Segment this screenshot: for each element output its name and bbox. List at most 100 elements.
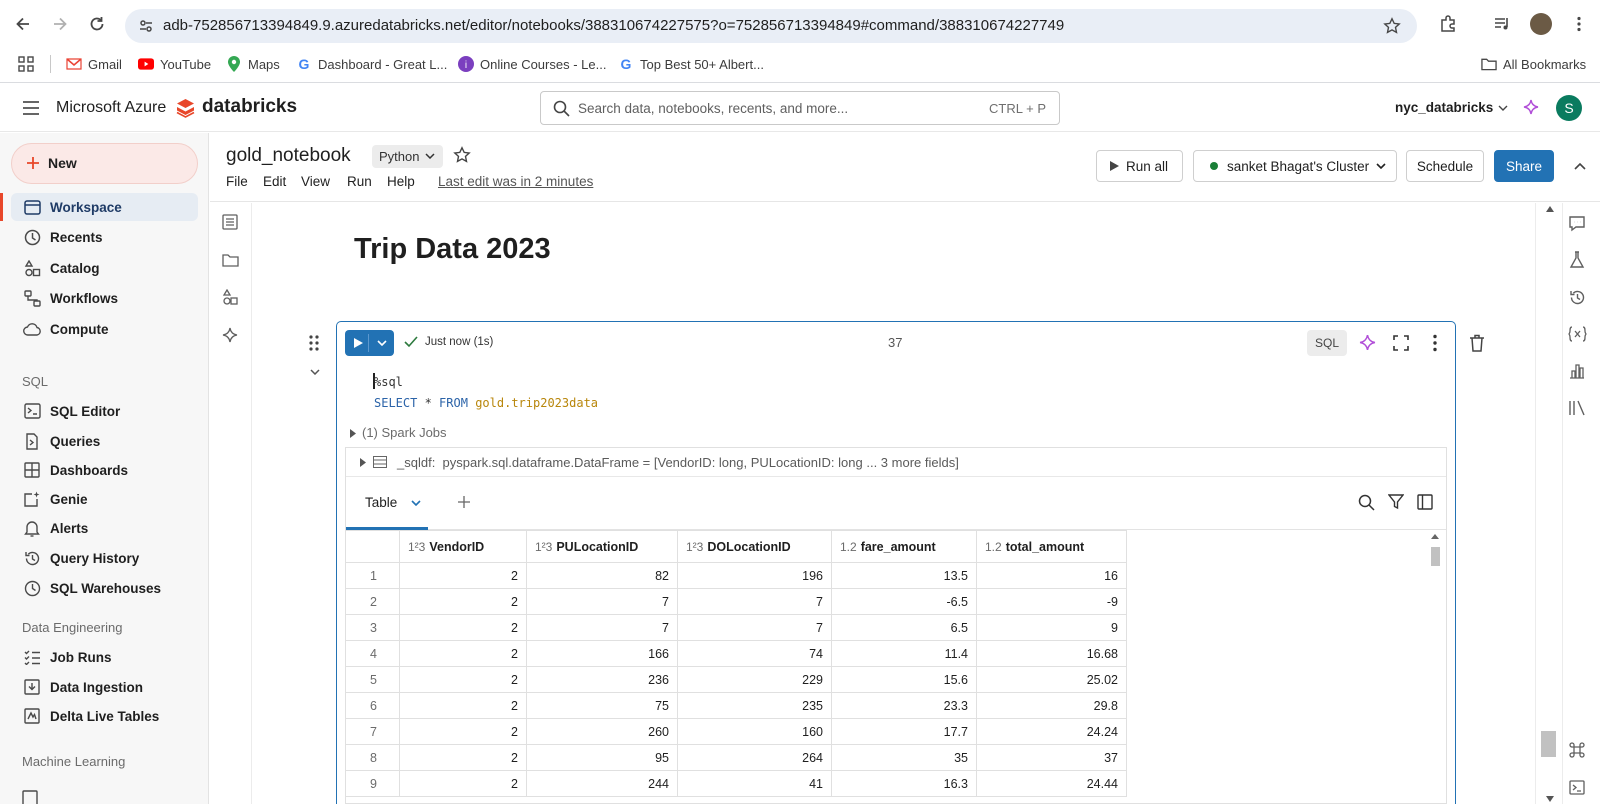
table-row[interactable]: 8 2 95 264 35 37 xyxy=(345,744,1127,771)
terminal-icon[interactable] xyxy=(1567,777,1587,797)
table-cell[interactable]: 15.6 xyxy=(831,666,977,693)
table-cell[interactable]: 16.3 xyxy=(831,770,977,797)
table-cell[interactable]: 75 xyxy=(526,692,678,719)
table-cell[interactable]: 166 xyxy=(526,640,678,667)
table-cell[interactable]: 2 xyxy=(399,692,527,719)
spark-jobs-toggle[interactable]: (1) Spark Jobs xyxy=(362,425,447,440)
extensions-icon[interactable] xyxy=(1437,13,1459,35)
playground-icon[interactable] xyxy=(22,783,38,804)
collapse-header-icon[interactable] xyxy=(1574,162,1586,170)
version-history-icon[interactable] xyxy=(1567,287,1587,307)
databricks-logo-icon[interactable] xyxy=(176,98,195,118)
table-cell[interactable]: 196 xyxy=(677,562,832,589)
favorite-star-icon[interactable] xyxy=(453,146,471,164)
search-icon[interactable] xyxy=(1358,494,1375,511)
last-edit-link[interactable]: Last edit was in 2 minutes xyxy=(438,174,593,189)
table-cell[interactable]: 82 xyxy=(526,562,678,589)
table-row[interactable]: 4 2 166 74 11.4 16.68 xyxy=(345,640,1127,667)
table-cell[interactable]: 2 xyxy=(399,718,527,745)
caret-right-icon[interactable] xyxy=(360,458,366,467)
table-cell[interactable]: 260 xyxy=(526,718,678,745)
table-row[interactable]: 7 2 260 160 17.7 24.24 xyxy=(345,718,1127,745)
table-cell[interactable]: 24.24 xyxy=(976,718,1127,745)
assistant-sparkle-icon[interactable] xyxy=(220,325,240,345)
table-cell[interactable]: 2 xyxy=(399,614,527,641)
sidebar-item-genie[interactable]: Genie xyxy=(11,485,198,513)
bookmark-star-icon[interactable] xyxy=(1383,17,1401,35)
table-cell[interactable]: 16 xyxy=(976,562,1127,589)
catalog-icon[interactable] xyxy=(220,287,240,307)
table-cell[interactable]: 2 xyxy=(399,562,527,589)
sidebar-item-dashboards[interactable]: Dashboards xyxy=(11,456,198,484)
bookmark-dashboard[interactable]: G Dashboard - Great L... xyxy=(296,55,448,73)
table-cell[interactable]: 95 xyxy=(526,744,678,771)
table-cell[interactable]: 6.5 xyxy=(831,614,977,641)
sidebar-item-data-ingestion[interactable]: Data Ingestion xyxy=(11,673,198,701)
delete-cell-icon[interactable] xyxy=(1469,334,1485,352)
table-cell[interactable]: 2 xyxy=(399,770,527,797)
all-bookmarks[interactable]: All Bookmarks xyxy=(1481,55,1586,73)
sidebar-item-queries[interactable]: Queries xyxy=(11,427,198,455)
code-line-1[interactable]: %sql xyxy=(374,375,403,389)
table-cell[interactable]: 74 xyxy=(677,640,832,667)
workspace-switcher[interactable]: nyc_databricks xyxy=(1395,100,1508,115)
fullscreen-icon[interactable] xyxy=(1393,335,1409,351)
sidebar-item-sql-warehouses[interactable]: SQL Warehouses xyxy=(11,574,198,602)
sidebar-item-query-history[interactable]: Query History xyxy=(11,544,198,572)
table-cell[interactable]: 13.5 xyxy=(831,562,977,589)
bookmark-albert[interactable]: G Top Best 50+ Albert... xyxy=(618,55,764,73)
table-cell[interactable]: 37 xyxy=(976,744,1127,771)
reload-icon[interactable] xyxy=(86,13,108,35)
drag-handle-icon[interactable] xyxy=(309,335,319,351)
sidebar-item-delta-live-tables[interactable]: Delta Live Tables xyxy=(11,702,198,730)
table-cell[interactable]: 235 xyxy=(677,692,832,719)
table-cell[interactable]: 24.44 xyxy=(976,770,1127,797)
column-header[interactable]: 1²3 VendorID xyxy=(399,530,527,563)
column-header[interactable]: 1²3 PULocationID xyxy=(526,530,678,563)
sidebar-item-compute[interactable]: Compute xyxy=(11,315,198,343)
code-line-2[interactable]: SELECT * FROM gold.trip2023data xyxy=(374,396,598,410)
cell-more-icon[interactable] xyxy=(1432,334,1438,352)
bookmark-online-courses[interactable]: i Online Courses - Le... xyxy=(458,55,606,73)
comments-icon[interactable] xyxy=(1567,213,1587,233)
table-cell[interactable]: 229 xyxy=(677,666,832,693)
sidebar-item-job-runs[interactable]: Job Runs xyxy=(11,643,198,671)
table-cell[interactable]: 16.68 xyxy=(976,640,1127,667)
experiments-icon[interactable] xyxy=(1567,250,1587,270)
cell-language-badge[interactable]: SQL xyxy=(1307,330,1347,356)
table-cell[interactable]: 2 xyxy=(399,744,527,771)
table-cell[interactable]: 17.7 xyxy=(831,718,977,745)
apps-grid-icon[interactable] xyxy=(18,55,34,73)
notebook-title[interactable]: gold_notebook xyxy=(226,145,351,167)
forward-icon[interactable] xyxy=(49,13,71,35)
table-row[interactable]: 6 2 75 235 23.3 29.8 xyxy=(345,692,1127,719)
menu-view[interactable]: View xyxy=(301,174,330,189)
table-row[interactable]: 5 2 236 229 15.6 25.02 xyxy=(345,666,1127,693)
add-visualization-icon[interactable] xyxy=(458,496,470,508)
table-cell[interactable]: 7 xyxy=(526,614,678,641)
table-row[interactable]: 3 2 7 7 6.5 9 xyxy=(345,614,1127,641)
menu-edit[interactable]: Edit xyxy=(263,174,286,189)
sidebar-item-workflows[interactable]: Workflows xyxy=(11,284,198,312)
table-row[interactable]: 9 2 244 41 16.3 24.44 xyxy=(345,770,1127,797)
bookmark-gmail[interactable]: Gmail xyxy=(66,55,122,73)
bookmark-youtube[interactable]: YouTube xyxy=(138,55,211,73)
cluster-selector[interactable]: sanket Bhagat's Cluster xyxy=(1193,150,1397,182)
table-cell[interactable]: 2 xyxy=(399,640,527,667)
menu-file[interactable]: File xyxy=(226,174,248,189)
user-avatar[interactable]: S xyxy=(1556,95,1582,121)
bookmark-maps[interactable]: Maps xyxy=(226,55,280,73)
table-cell[interactable]: 7 xyxy=(677,614,832,641)
media-controls-icon[interactable] xyxy=(1491,13,1513,35)
profile-avatar[interactable] xyxy=(1530,13,1552,35)
table-cell[interactable]: 236 xyxy=(526,666,678,693)
column-header[interactable]: 1.2 total_amount xyxy=(976,530,1127,563)
site-info-icon[interactable] xyxy=(138,18,154,34)
table-cell[interactable]: 29.8 xyxy=(976,692,1127,719)
page-scroll-up-icon[interactable] xyxy=(1546,206,1554,212)
sidebar-item-recents[interactable]: Recents xyxy=(11,223,198,251)
sidebar-item-alerts[interactable]: Alerts xyxy=(11,514,198,542)
sidebar-item-catalog[interactable]: Catalog xyxy=(11,254,198,282)
variables-icon[interactable] xyxy=(1567,324,1587,344)
share-button[interactable]: Share xyxy=(1494,150,1554,182)
